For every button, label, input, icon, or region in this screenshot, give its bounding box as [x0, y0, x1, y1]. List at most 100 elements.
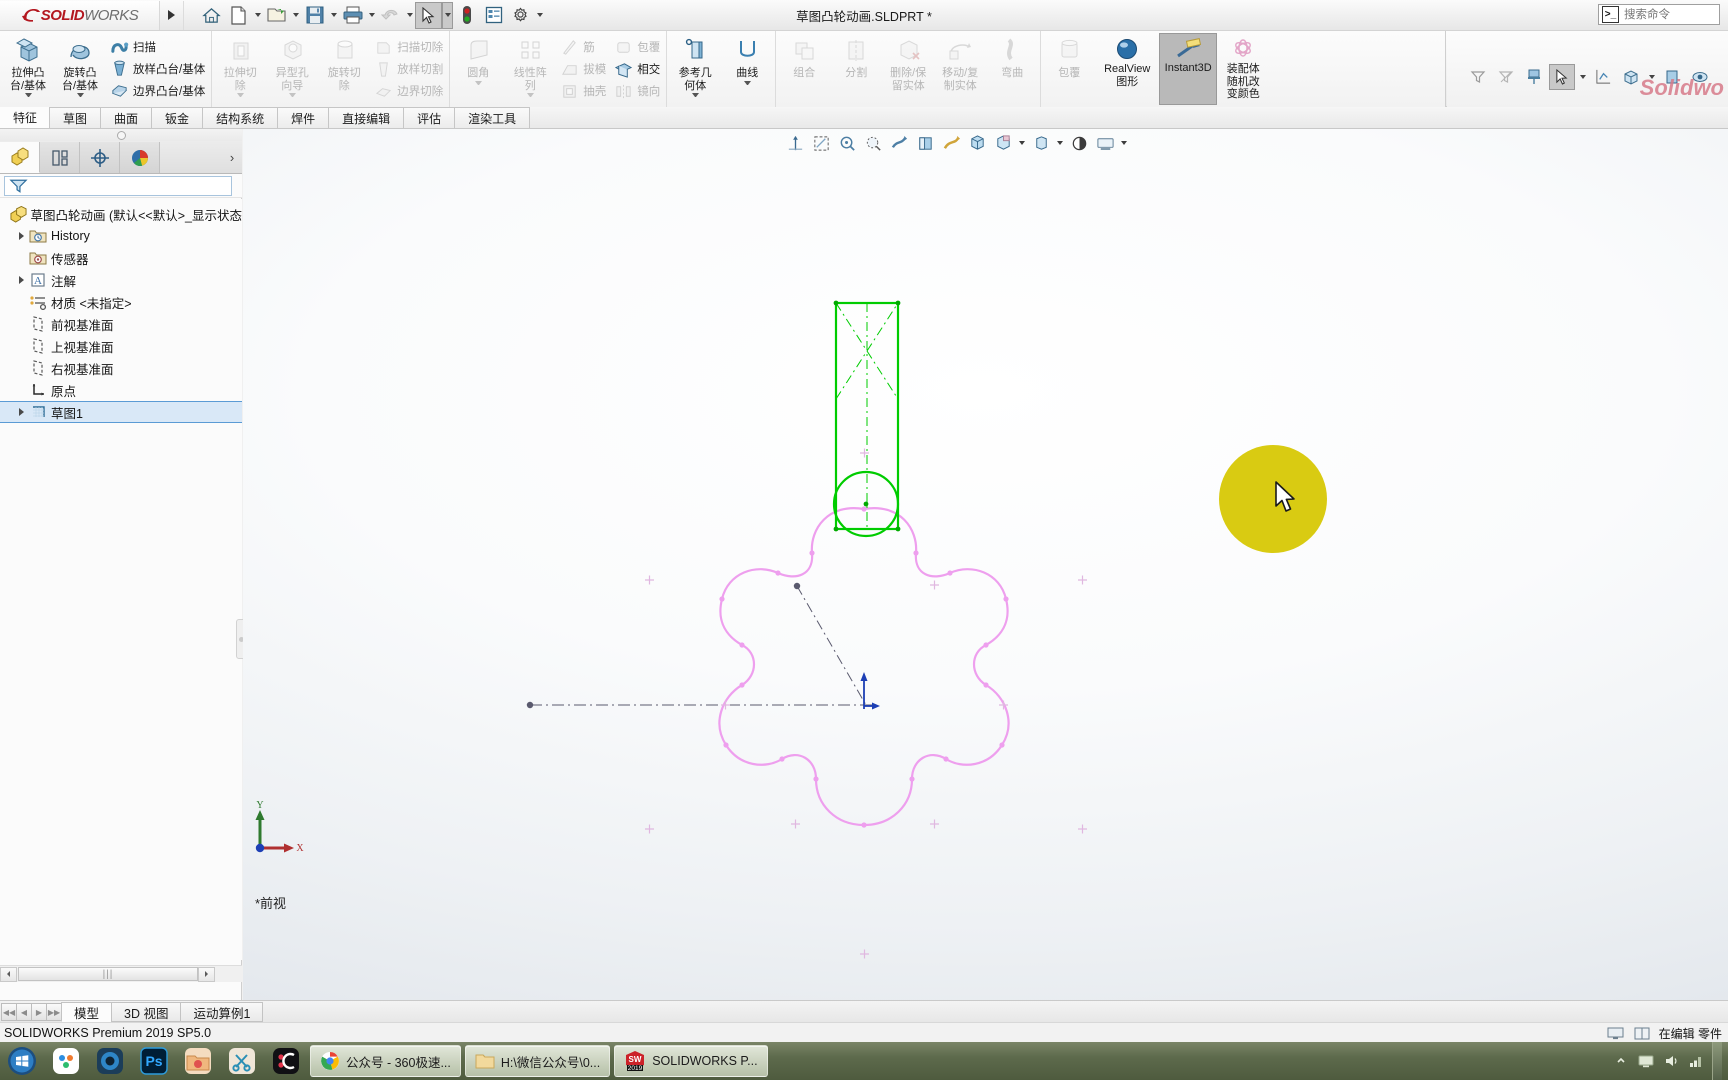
show-desktop-button[interactable]	[1712, 1042, 1722, 1080]
tab-surfaces[interactable]: 曲面	[100, 107, 153, 128]
tree-expander-sketch1[interactable]	[14, 401, 28, 423]
tab-direct-edit[interactable]: 直接编辑	[328, 107, 405, 128]
cloud-sync-icon[interactable]	[44, 1042, 88, 1080]
reference-geometry-dropdown[interactable]	[692, 93, 699, 99]
bottom-tab-model[interactable]: 模型	[61, 1002, 113, 1022]
print-dropdown[interactable]	[366, 2, 377, 29]
save-dropdown[interactable]	[328, 2, 339, 29]
filter-icon[interactable]	[1465, 64, 1491, 90]
extruded-boss-dropdown[interactable]	[25, 93, 32, 99]
tree-item-top-plane[interactable]: 上视基准面	[0, 335, 242, 357]
rib-button[interactable]: 筋	[556, 36, 610, 58]
gear-icon[interactable]	[507, 2, 534, 29]
new-document-icon[interactable]	[225, 2, 252, 29]
extruded-boss-button[interactable]: 拉伸凸 台/基体	[2, 33, 54, 99]
tab-structure-system[interactable]: 结构系统	[202, 107, 279, 128]
snipping-tool-icon[interactable]	[220, 1042, 264, 1080]
select-arrow-icon-2[interactable]	[1549, 63, 1575, 90]
lofted-boss-button[interactable]: 放样凸台/基体	[106, 58, 209, 80]
move-copy-body-button[interactable]: 移动/复 制实体	[934, 33, 986, 92]
open-dropdown[interactable]	[290, 2, 301, 29]
intersect-button[interactable]: 相交	[610, 58, 664, 80]
extruded-cut-dropdown[interactable]	[237, 93, 244, 99]
save-icon[interactable]	[301, 2, 328, 29]
tray-network-icon[interactable]	[1687, 1052, 1705, 1070]
menu-expand-arrow[interactable]	[160, 0, 184, 30]
tree-item-part[interactable]: 草图凸轮动画 (默认<<默认>_显示状态	[0, 203, 242, 225]
options-dropdown[interactable]	[534, 2, 545, 29]
sketch-canvas[interactable]	[243, 129, 1728, 1000]
linear-pattern-dropdown[interactable]	[527, 93, 534, 99]
camera-lens-icon[interactable]	[88, 1042, 132, 1080]
tree-expander-front-plane[interactable]	[14, 313, 28, 335]
nav-first-button[interactable]: ◀◀	[1, 1003, 17, 1021]
tree-item-sensors[interactable]: 传感器	[0, 247, 242, 269]
rebuild-icon[interactable]	[453, 2, 480, 29]
reference-geometry-button[interactable]: 参考几 何体	[669, 33, 721, 99]
taskbar-task-browser[interactable]: 公众号 - 360极速...	[310, 1045, 461, 1077]
realview-graphics-button[interactable]: RealView 图形	[1095, 33, 1159, 88]
home-icon[interactable]	[198, 2, 225, 29]
display-manager-tab[interactable]	[120, 142, 160, 173]
hole-wizard-button[interactable]: 异型孔 向导	[266, 33, 318, 99]
scroll-thumb[interactable]: |||	[18, 967, 198, 981]
tab-sheetmetal[interactable]: 钣金	[151, 107, 204, 128]
tree-item-material[interactable]: 材质 <未指定>	[0, 291, 242, 313]
monitor-icon[interactable]	[1607, 1026, 1625, 1040]
fillet-button[interactable]: 圆角	[452, 33, 504, 87]
nav-prev-button[interactable]: ◀	[16, 1003, 32, 1021]
configuration-manager-tab[interactable]	[80, 142, 120, 173]
curves-dropdown[interactable]	[744, 81, 751, 87]
tree-expander-sensors[interactable]	[14, 247, 28, 269]
select-dropdown[interactable]	[442, 1, 453, 29]
revolved-boss-button[interactable]: 旋转凸 台/基体	[54, 33, 106, 99]
undo-dropdown[interactable]	[404, 2, 415, 29]
tree-item-history[interactable]: History	[0, 225, 242, 247]
tray-monitor-icon[interactable]	[1637, 1052, 1655, 1070]
tray-arrow-icon[interactable]	[1612, 1052, 1630, 1070]
tree-expander-annotations[interactable]	[14, 269, 28, 291]
linear-pattern-button[interactable]: 线性阵列	[504, 33, 556, 99]
graphics-area[interactable]: Y X *前视	[243, 129, 1728, 1000]
boundary-boss-button[interactable]: 边界凸台/基体	[106, 80, 209, 102]
tab-sketch[interactable]: 草图	[49, 107, 102, 128]
draft-button[interactable]: 拔模	[556, 58, 610, 80]
tree-expander-history[interactable]	[14, 225, 28, 247]
mirror-button[interactable]: 镜向	[610, 80, 664, 102]
media-folder-icon[interactable]	[176, 1042, 220, 1080]
shell-button[interactable]: 抽壳	[556, 80, 610, 102]
combine-button[interactable]: 组合	[778, 33, 830, 80]
panel-collapse-grip[interactable]	[0, 129, 242, 141]
swept-cut-button[interactable]: 扫描切除	[370, 36, 447, 58]
revolved-boss-dropdown[interactable]	[77, 93, 84, 99]
lofted-cut-button[interactable]: 放样切割	[370, 58, 447, 80]
search-command-box[interactable]: >_	[1598, 4, 1720, 25]
random-color-button[interactable]: 装配体 随机改 变颜色	[1217, 33, 1269, 101]
tree-horizontal-scrollbar[interactable]: |||	[0, 965, 242, 982]
nav-next-button[interactable]: ▶	[31, 1003, 47, 1021]
extruded-cut-button[interactable]: 拉伸切除	[214, 33, 266, 99]
tab-render-tools[interactable]: 渲染工具	[454, 107, 531, 128]
wrap2-button[interactable]: 包覆	[1043, 33, 1095, 80]
tree-item-sketch1[interactable]: 草图1	[0, 401, 242, 423]
tree-item-front-plane[interactable]: 前视基准面	[0, 313, 242, 335]
delete-keep-body-button[interactable]: 删除/保 留实体	[882, 33, 934, 92]
open-folder-icon[interactable]	[263, 2, 290, 29]
flex-button[interactable]: 弯曲	[986, 33, 1038, 80]
property-manager-tab[interactable]	[40, 142, 80, 173]
new-document-dropdown[interactable]	[252, 2, 263, 29]
zoom-fit-icon[interactable]	[1590, 64, 1616, 90]
tray-volume-icon[interactable]	[1662, 1052, 1680, 1070]
layout-icon[interactable]	[1633, 1026, 1651, 1040]
tree-expander-right-plane[interactable]	[14, 357, 28, 379]
curves-button[interactable]: 曲线	[721, 33, 773, 87]
tree-item-annotations[interactable]: A 注解	[0, 269, 242, 291]
feature-manager-tab[interactable]	[0, 142, 40, 173]
revolved-cut-button[interactable]: 旋转切除	[318, 33, 370, 92]
taskbar-task-solidworks[interactable]: SW 2019 SOLIDWORKS P...	[614, 1045, 768, 1077]
undo-icon[interactable]	[377, 2, 404, 29]
instant3d-button[interactable]: Instant3D	[1159, 33, 1218, 105]
tree-expander-origin[interactable]	[14, 379, 28, 401]
tree-filter-input[interactable]	[4, 175, 232, 196]
panel-expand-arrow[interactable]: ›	[222, 142, 242, 173]
